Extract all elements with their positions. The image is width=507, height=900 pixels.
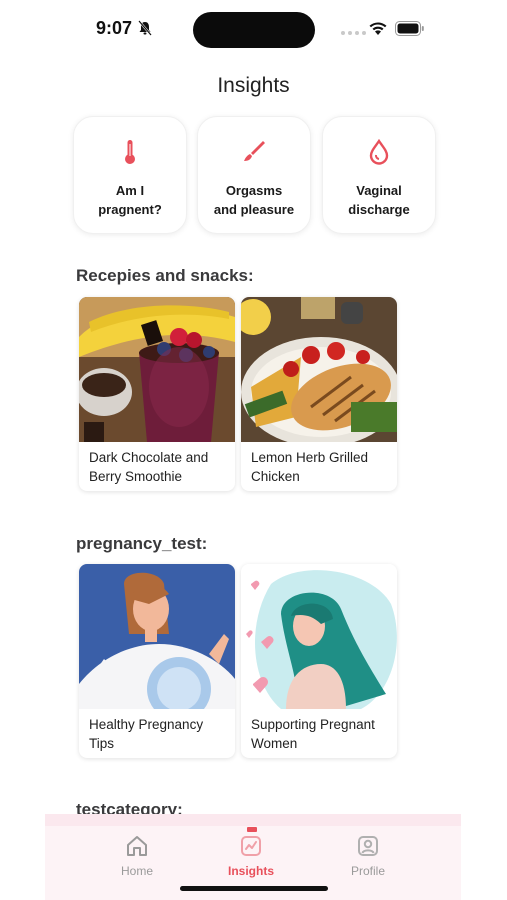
tab-bar-divider [45, 814, 461, 826]
dynamic-island [193, 12, 315, 48]
home-indicator[interactable] [180, 886, 328, 891]
insights-icon [241, 836, 261, 856]
topic-label: Orgasms and pleasure [213, 183, 295, 217]
article-card-pregnancy-tips[interactable]: Healthy Pregnancy Tips [79, 564, 235, 758]
home-icon [127, 836, 147, 856]
pregnancy-tips-image [79, 564, 235, 709]
thermometer-icon [125, 140, 135, 164]
status-bar: 9:07 [0, 0, 507, 58]
chicken-image [241, 297, 397, 442]
profile-icon [358, 836, 378, 856]
brush-icon [244, 141, 265, 161]
supporting-women-image [241, 564, 397, 709]
section-title-pregnancy-test: pregnancy_test: [76, 534, 208, 553]
article-title: Dark Chocolate and Berry Smoothie [89, 450, 209, 484]
article-title: Lemon Herb Grilled Chicken [251, 450, 369, 484]
tab-home[interactable]: Home [92, 834, 182, 878]
article-card-chicken[interactable]: Lemon Herb Grilled Chicken [241, 297, 397, 491]
page-title: Insights [217, 74, 290, 97]
tab-label: Profile [350, 864, 385, 878]
article-card-supporting[interactable]: Supporting Pregnant Women [241, 564, 397, 758]
active-tab-indicator [247, 827, 257, 832]
article-card-smoothie[interactable]: Dark Chocolate and Berry Smoothie [79, 297, 235, 491]
topic-card-orgasms[interactable]: Orgasms and pleasure [197, 116, 311, 234]
tab-insights[interactable]: Insights [206, 834, 296, 878]
article-title: Supporting Pregnant Women [251, 717, 375, 751]
smoothie-image [79, 297, 235, 442]
tab-label: Home [120, 864, 153, 878]
topic-card-pregnant[interactable]: Am I pragnent? [73, 116, 187, 234]
tab-profile[interactable]: Profile [323, 834, 413, 878]
status-time: 9:07 [96, 18, 133, 38]
tab-label: Insights [227, 864, 274, 878]
article-title: Healthy Pregnancy Tips [89, 717, 204, 751]
topic-label: Vaginal discharge [348, 183, 410, 217]
bell-off-icon [138, 20, 152, 36]
topic-card-discharge[interactable]: Vaginal discharge [322, 116, 436, 234]
wifi-icon [369, 22, 387, 35]
signal-icon [341, 31, 366, 35]
topic-label: Am I pragnent? [98, 183, 162, 217]
battery-icon [395, 21, 424, 36]
droplet-icon [369, 139, 389, 165]
section-title-recipes: Recepies and snacks: [76, 266, 254, 285]
